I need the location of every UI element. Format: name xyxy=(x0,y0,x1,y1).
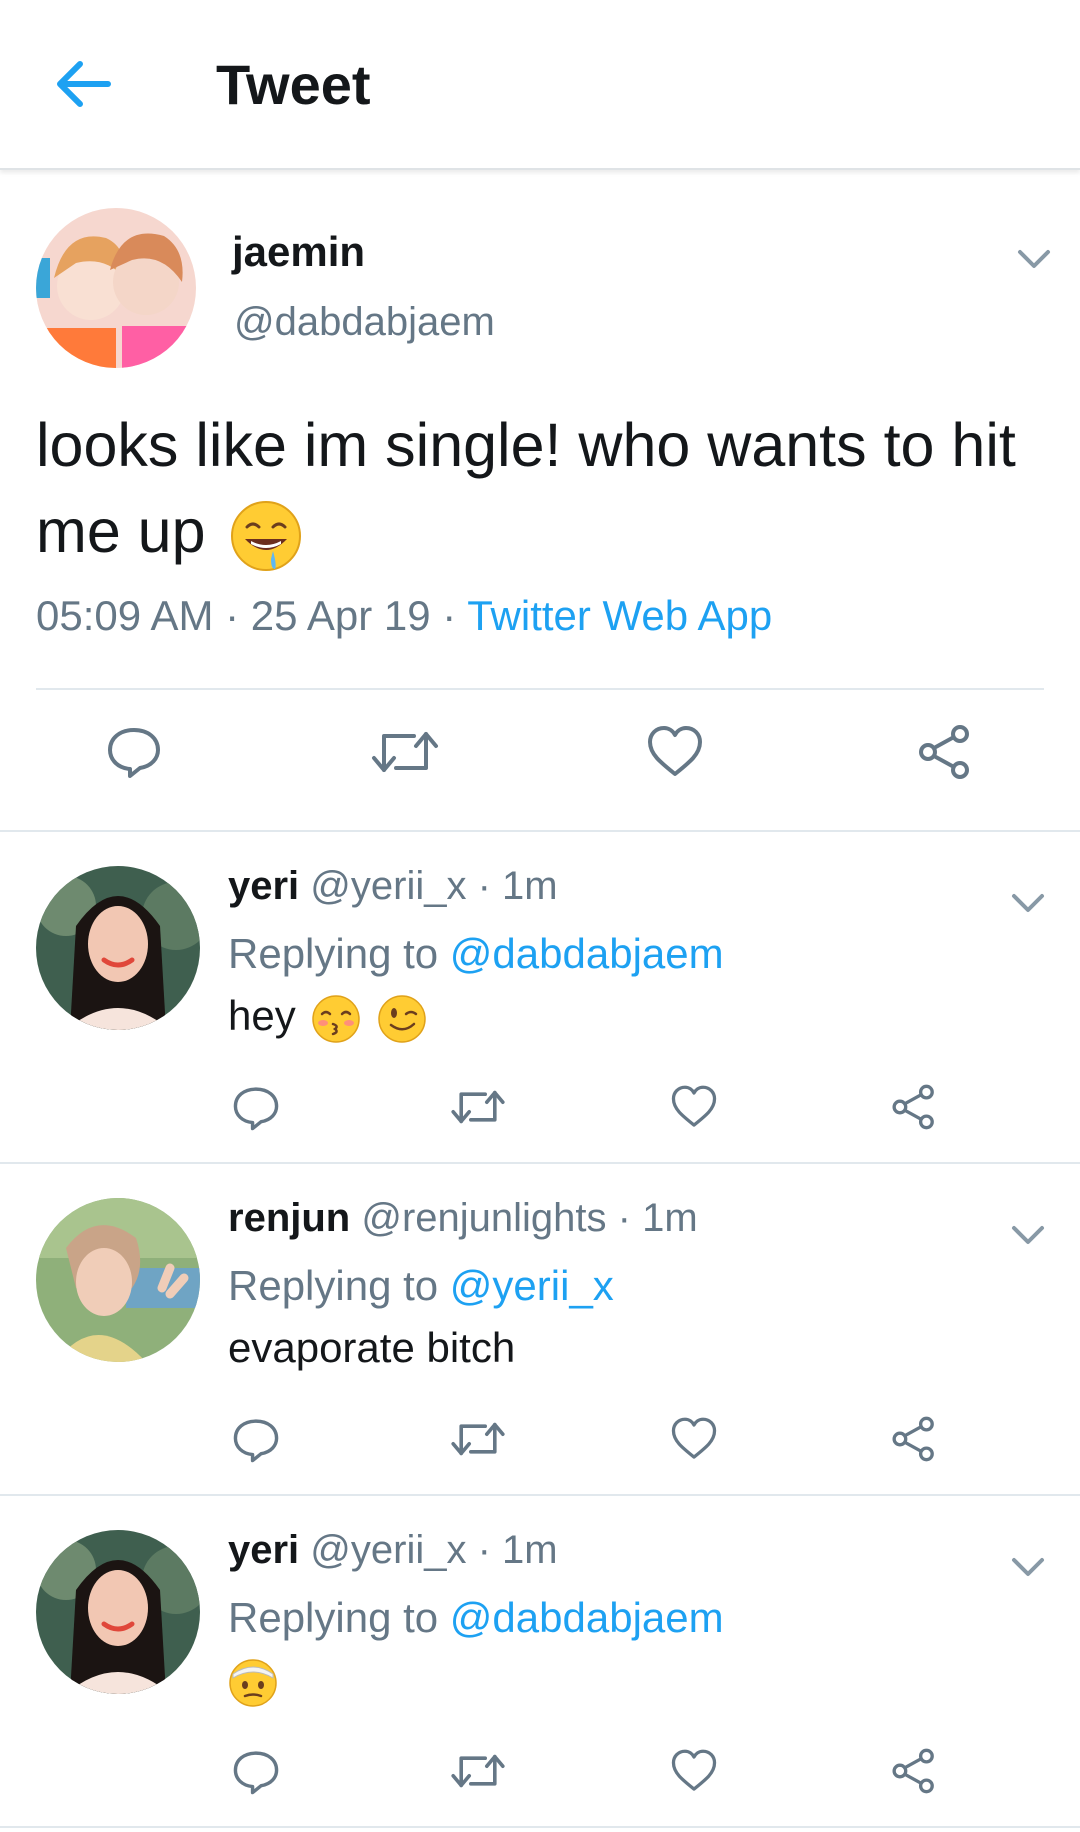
tweet-source-link[interactable]: Twitter Web App xyxy=(467,592,772,639)
reply-author-name[interactable]: yeri xyxy=(228,864,299,908)
chevron-down-icon xyxy=(1012,894,1044,912)
tweet-time: 05:09 AM xyxy=(36,592,214,639)
reply-tweet[interactable]: yeri @yerii_x · 1m Replying to @dabdabja… xyxy=(0,832,1080,1162)
reply-text: hey xyxy=(228,992,427,1044)
replying-to-label: Replying to xyxy=(228,930,450,977)
share-button[interactable] xyxy=(890,1746,938,1801)
chevron-down-icon xyxy=(1012,1558,1044,1576)
reply-text xyxy=(228,1656,278,1708)
replying-to: Replying to @dabdabjaem xyxy=(228,1594,724,1642)
share-icon xyxy=(892,1084,934,1130)
author-handle[interactable]: @dabdabjaem xyxy=(234,300,495,345)
arrow-left-icon xyxy=(57,61,111,107)
reply-header: yeri @yerii_x · 1m xyxy=(228,864,558,909)
winking-face-emoji xyxy=(378,995,426,1043)
author-avatar[interactable] xyxy=(36,208,196,368)
reply-time: 1m xyxy=(502,1528,558,1572)
heart-icon xyxy=(648,726,702,776)
reply-author-name[interactable]: renjun xyxy=(228,1196,350,1240)
retweet-icon xyxy=(451,1754,505,1788)
like-button[interactable] xyxy=(670,1416,718,1467)
meta-separator: · xyxy=(466,1528,503,1572)
like-button[interactable] xyxy=(646,724,704,785)
share-icon xyxy=(892,1748,934,1794)
retweet-button[interactable] xyxy=(450,1418,506,1465)
reply-time: 1m xyxy=(502,864,558,908)
reply-header: yeri @yerii_x · 1m xyxy=(228,1528,558,1573)
reply-header: renjun @renjunlights · 1m xyxy=(228,1196,698,1241)
share-button[interactable] xyxy=(890,1082,938,1137)
share-icon xyxy=(892,1416,934,1462)
author-name[interactable]: jaemin xyxy=(232,228,365,276)
reply-button[interactable] xyxy=(232,1416,280,1469)
replying-to-mention[interactable]: @dabdabjaem xyxy=(450,930,724,977)
comment-icon xyxy=(233,1751,279,1795)
reply-avatar[interactable] xyxy=(36,1198,200,1362)
retweet-icon xyxy=(451,1422,505,1456)
tweet-text: looks like im single! who wants to hit m… xyxy=(36,402,1036,574)
tweet-menu-button[interactable] xyxy=(1008,1220,1048,1250)
tweet-menu-button[interactable] xyxy=(1014,244,1054,274)
divider xyxy=(0,1826,1080,1828)
retweet-icon xyxy=(372,732,438,772)
reply-author-handle[interactable]: @yerii_x xyxy=(310,1528,466,1572)
reply-author-handle[interactable]: @yerii_x xyxy=(310,864,466,908)
face-with-head-bandage-emoji xyxy=(229,1659,277,1707)
reply-text-body: evaporate bitch xyxy=(228,1324,516,1371)
reply-author-name[interactable]: yeri xyxy=(228,1528,299,1572)
back-button[interactable] xyxy=(52,58,112,110)
tweet-text-body: looks like im single! who wants to hit m… xyxy=(36,411,1016,565)
tweet-menu-button[interactable] xyxy=(1008,1552,1048,1582)
heart-icon xyxy=(671,1085,717,1127)
chevron-down-icon xyxy=(1012,1226,1044,1244)
reply-button[interactable] xyxy=(106,724,162,785)
replying-to-mention[interactable]: @dabdabjaem xyxy=(450,1594,724,1641)
chevron-down-icon xyxy=(1018,250,1050,268)
comment-icon xyxy=(233,1087,279,1131)
tweet-date: 25 Apr 19 xyxy=(250,592,431,639)
retweet-button[interactable] xyxy=(370,726,440,783)
meta-separator: · xyxy=(213,592,251,639)
meta-separator: · xyxy=(430,592,468,639)
meta-separator: · xyxy=(606,1196,643,1240)
reply-text-body: hey xyxy=(228,992,296,1039)
drooling-face-emoji xyxy=(230,500,301,571)
comment-icon xyxy=(233,1419,279,1463)
main-tweet: jaemin @dabdabjaem looks like im single!… xyxy=(0,170,1080,830)
top-app-bar: Tweet xyxy=(0,0,1080,170)
reply-author-handle[interactable]: @renjunlights xyxy=(361,1196,606,1240)
replying-to-mention[interactable]: @yerii_x xyxy=(450,1262,614,1309)
retweet-button[interactable] xyxy=(450,1086,506,1133)
tweet-menu-button[interactable] xyxy=(1008,888,1048,918)
heart-icon xyxy=(671,1417,717,1459)
replying-to: Replying to @yerii_x xyxy=(228,1262,614,1310)
retweet-icon xyxy=(451,1090,505,1124)
comment-icon xyxy=(108,728,160,778)
reply-tweet[interactable]: renjun @renjunlights · 1m Replying to @y… xyxy=(0,1164,1080,1494)
replying-to-label: Replying to xyxy=(228,1262,450,1309)
share-button[interactable] xyxy=(890,1414,938,1469)
reply-avatar[interactable] xyxy=(36,1530,200,1694)
share-icon xyxy=(919,725,969,779)
reply-avatar[interactable] xyxy=(36,866,200,1030)
reply-button[interactable] xyxy=(232,1748,280,1801)
reply-text: evaporate bitch xyxy=(228,1324,515,1372)
reply-tweet[interactable]: yeri @yerii_x · 1m Replying to @dabdabja… xyxy=(0,1496,1080,1826)
replying-to: Replying to @dabdabjaem xyxy=(228,930,724,978)
retweet-button[interactable] xyxy=(450,1750,506,1797)
tweet-meta: 05:09 AM · 25 Apr 19 · Twitter Web App xyxy=(36,592,772,640)
like-button[interactable] xyxy=(670,1748,718,1799)
page-title: Tweet xyxy=(216,53,371,116)
like-button[interactable] xyxy=(670,1084,718,1135)
meta-separator: · xyxy=(466,864,503,908)
kissing-face-emoji xyxy=(312,995,361,1043)
divider xyxy=(36,688,1044,690)
heart-icon xyxy=(671,1749,717,1791)
reply-time: 1m xyxy=(642,1196,698,1240)
reply-button[interactable] xyxy=(232,1084,280,1137)
replying-to-label: Replying to xyxy=(228,1594,450,1641)
share-button[interactable] xyxy=(916,722,974,787)
